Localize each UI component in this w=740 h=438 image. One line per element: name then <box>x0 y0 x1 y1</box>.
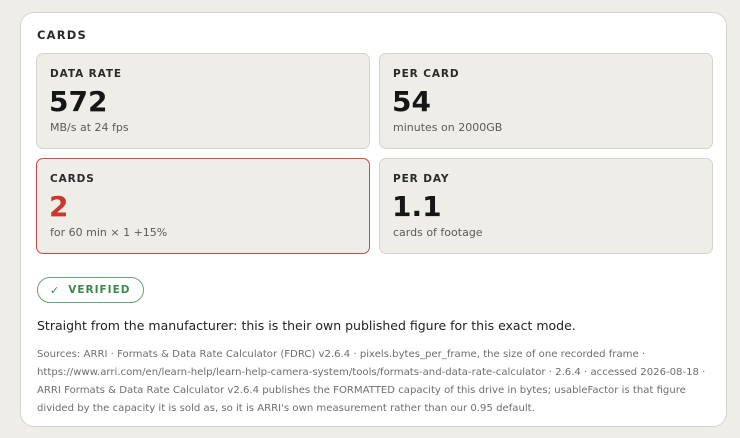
verified-label: VERIFIED <box>68 284 131 296</box>
card-value: 2 <box>49 190 69 223</box>
card-per-card: PER CARD 54 minutes on 2000GB <box>379 53 713 149</box>
card-value: 572 <box>49 85 108 118</box>
card-label: PER DAY <box>393 173 450 185</box>
card-value: 54 <box>392 85 431 118</box>
card-label: CARDS <box>50 173 95 185</box>
sources-text: Sources: ARRI · Formats & Data Rate Calc… <box>37 349 706 414</box>
card-data-rate: DATA RATE 572 MB/s at 24 fps <box>36 53 370 149</box>
card-per-day: PER DAY 1.1 cards of footage <box>379 158 713 254</box>
card-label: PER CARD <box>393 68 460 80</box>
card-label: DATA RATE <box>50 68 122 80</box>
card-value: 1.1 <box>392 190 442 223</box>
card-subtext: for 60 min × 1 +15% <box>50 226 168 239</box>
card-cards-count: CARDS 2 for 60 min × 1 +15% <box>36 158 370 254</box>
section-title: CARDS <box>37 28 88 42</box>
check-icon: ✓ <box>50 283 60 297</box>
verification-summary: Straight from the manufacturer: this is … <box>37 318 576 333</box>
card-subtext: cards of footage <box>393 226 483 239</box>
card-subtext: MB/s at 24 fps <box>50 121 129 134</box>
verified-badge: ✓ VERIFIED <box>37 277 145 303</box>
card-subtext: minutes on 2000GB <box>393 121 503 134</box>
cards-panel: CARDS DATA RATE 572 MB/s at 24 fps PER C… <box>20 12 727 427</box>
